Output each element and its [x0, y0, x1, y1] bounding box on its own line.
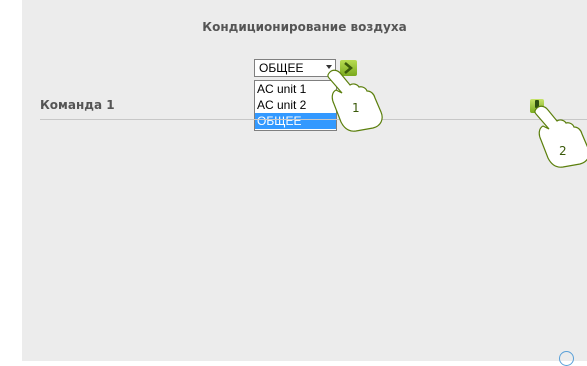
callout-number-2: 2 — [559, 144, 567, 158]
callout-number-1: 1 — [352, 101, 360, 115]
help-icon[interactable] — [559, 351, 574, 366]
callout-overlay: 1 2 — [327, 69, 587, 168]
hand-pointer-icon — [534, 105, 587, 168]
